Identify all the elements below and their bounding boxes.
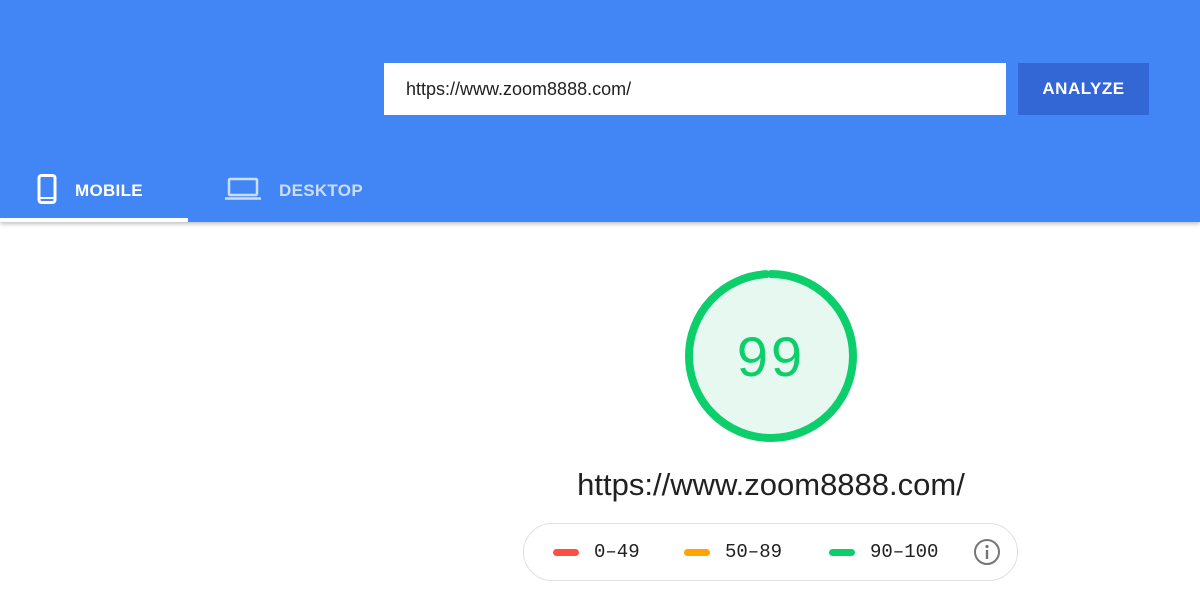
smartphone-icon bbox=[37, 173, 57, 209]
legend-item-pass: 90–100 bbox=[829, 524, 938, 580]
legend-label-average: 50–89 bbox=[725, 541, 783, 563]
legend-swatch-orange bbox=[684, 548, 710, 556]
legend-item-fail: 0–49 bbox=[553, 524, 640, 580]
tab-mobile[interactable]: MOBILE bbox=[0, 160, 188, 222]
tab-selected-indicator bbox=[0, 218, 188, 222]
performance-score: 99 bbox=[736, 324, 806, 388]
url-input[interactable] bbox=[384, 63, 1006, 115]
info-icon[interactable] bbox=[973, 538, 1001, 566]
legend-swatch-red bbox=[553, 548, 579, 556]
header-bar: ANALYZE MOBILE DESKTOP bbox=[0, 0, 1200, 222]
analyze-button[interactable]: ANALYZE bbox=[1018, 63, 1149, 115]
tab-desktop[interactable]: DESKTOP bbox=[188, 160, 388, 222]
score-legend: 0–49 50–89 90–100 bbox=[523, 523, 1018, 581]
tab-desktop-label: DESKTOP bbox=[279, 181, 363, 200]
legend-swatch-green bbox=[829, 548, 855, 556]
laptop-icon bbox=[225, 177, 261, 206]
legend-label-fail: 0–49 bbox=[594, 541, 640, 563]
performance-score-gauge: 99 bbox=[683, 268, 859, 444]
legend-item-average: 50–89 bbox=[684, 524, 782, 580]
tested-url: https://www.zoom8888.com/ bbox=[577, 467, 965, 502]
tab-mobile-label: MOBILE bbox=[75, 181, 143, 200]
legend-label-pass: 90–100 bbox=[870, 541, 939, 563]
